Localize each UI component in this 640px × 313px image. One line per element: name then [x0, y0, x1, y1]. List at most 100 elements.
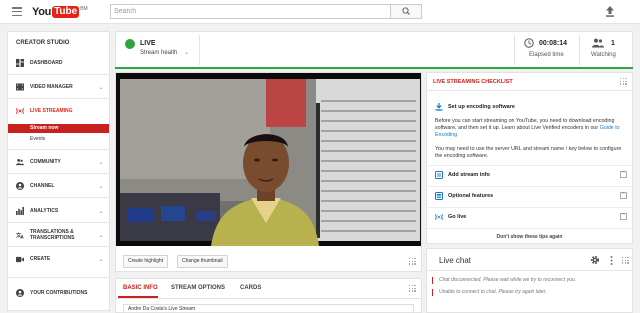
sidebar-item-translations[interactable]: 文A TRANSLATIONS & TRANSCRIPTIONS ⌄ — [8, 227, 109, 243]
encoding-instructions: Before you can start streaming on YouTub… — [435, 118, 625, 139]
tab-stream-options[interactable]: STREAM OPTIONS — [171, 285, 225, 291]
sidebar-item-live-streaming[interactable]: LIVE STREAMING — [8, 104, 109, 118]
dashboard-icon — [16, 59, 24, 67]
youtube-logo[interactable]: You Tube BM — [32, 5, 88, 19]
sidebar-subitem-stream-now[interactable]: Stream now — [8, 124, 109, 133]
chevron-down-icon[interactable]: ⌄ — [184, 49, 189, 56]
sidebar-item-label: ANALYTICS — [30, 208, 59, 214]
sidebar-divider — [8, 74, 109, 75]
sidebar: CREATOR STUDIO DASHBOARD VIDEO MANAGER ⌄… — [7, 31, 110, 311]
chevron-down-icon[interactable]: ⌄ — [98, 208, 104, 215]
sidebar-divider — [8, 277, 109, 278]
drag-handle-icon[interactable] — [409, 285, 416, 292]
analytics-icon — [16, 207, 24, 215]
sidebar-divider — [8, 222, 109, 223]
divider — [427, 228, 632, 229]
live-chat-title: Live chat — [439, 256, 472, 265]
live-chat-panel: Live chat Chat disconnected. Please wait… — [426, 248, 633, 313]
drag-handle-icon[interactable] — [409, 258, 416, 265]
sidebar-item-video-manager[interactable]: VIDEO MANAGER ⌄ — [8, 80, 109, 94]
checklist-row-label[interactable]: Go live — [448, 214, 466, 220]
watching-count: 1 — [611, 40, 615, 47]
top-bar: You Tube BM Search — [0, 0, 640, 24]
setup-encoding-label: Set up encoding software — [448, 104, 515, 110]
checklist-row-label[interactable]: Optional features — [448, 193, 493, 199]
sidebar-item-dashboard[interactable]: DASHBOARD — [8, 56, 109, 70]
search-input[interactable]: Search — [110, 4, 391, 19]
optional-features-icon — [435, 192, 443, 200]
creator-studio-title: CREATOR STUDIO — [16, 40, 70, 46]
sidebar-item-label: COMMUNITY — [30, 159, 61, 165]
upload-icon[interactable] — [605, 6, 615, 17]
sidebar-item-analytics[interactable]: ANALYTICS ⌄ — [8, 204, 109, 218]
chat-message: Unable to connect to chat. Please try ag… — [432, 289, 547, 296]
dont-show-tips-link[interactable]: Don't show these tips again — [427, 234, 632, 240]
chevron-down-icon[interactable]: ⌄ — [98, 183, 104, 190]
logo-tube: Tube — [52, 6, 80, 18]
sidebar-item-create[interactable]: CREATE ⌄ — [8, 252, 109, 266]
elapsed-time-value: 00:08:14 — [539, 40, 568, 47]
translations-icon: 文A — [16, 231, 24, 239]
create-highlight-button[interactable]: Create highlight — [123, 255, 169, 268]
divider — [427, 270, 632, 271]
chevron-down-icon[interactable]: ⌄ — [98, 84, 104, 91]
divider — [514, 35, 515, 65]
checklist-title: LIVE STREAMING CHECKLIST — [433, 79, 513, 85]
gear-icon[interactable] — [590, 255, 600, 265]
change-thumbnail-button[interactable]: Change thumbnail — [177, 255, 228, 268]
expand-icon[interactable]: ⌃ — [620, 213, 627, 220]
chevron-down-icon[interactable]: ⌄ — [98, 256, 104, 263]
divider — [116, 298, 421, 299]
expand-icon[interactable]: ⌃ — [620, 192, 627, 199]
tab-basic-info[interactable]: BASIC INFO — [123, 285, 158, 291]
sidebar-item-label: DASHBOARD — [30, 60, 63, 66]
clock-icon — [524, 38, 534, 48]
elapsed-time-label: Elapsed time — [529, 52, 564, 58]
sidebar-item-label: YOUR CONTRIBUTIONS — [30, 290, 88, 296]
logo-you: You — [32, 6, 52, 18]
tab-cards[interactable]: CARDS — [240, 285, 261, 291]
sidebar-item-channel[interactable]: CHANNEL ⌄ — [8, 179, 109, 193]
sidebar-item-community[interactable]: COMMUNITY ⌄ — [8, 155, 109, 169]
encoding-instructions-text: Before you can start streaming on YouTub… — [435, 118, 615, 131]
sidebar-item-label: TRANSLATIONS & TRANSCRIPTIONS — [30, 229, 75, 241]
sidebar-divider — [8, 173, 109, 174]
divider — [427, 207, 632, 208]
chat-message: Chat disconnected. Please wait while we … — [432, 277, 576, 284]
menu-icon[interactable] — [12, 7, 22, 17]
drag-handle-icon[interactable] — [620, 78, 627, 85]
search-button[interactable] — [391, 4, 422, 19]
svg-text:A: A — [20, 235, 24, 239]
divider — [199, 35, 200, 65]
video-preview-panel: Create highlight Change thumbnail — [115, 72, 422, 272]
sidebar-item-label: CREATE — [30, 256, 51, 262]
logo-region: BM — [80, 6, 88, 12]
server-url-instructions: You may need to use the server URL and s… — [435, 146, 622, 159]
drag-handle-icon[interactable] — [622, 257, 629, 264]
video-preview[interactable] — [116, 73, 421, 246]
checklist-row-label[interactable]: Add stream info — [448, 172, 490, 178]
stream-status-bar: LIVE Stream health ⌄ 00:08:14 Elapsed ti… — [115, 31, 633, 68]
expand-icon[interactable]: ⌃ — [620, 171, 627, 178]
stream-info-icon — [435, 171, 443, 179]
chevron-down-icon[interactable]: ⌄ — [98, 232, 104, 239]
video-manager-icon — [16, 83, 24, 91]
sidebar-item-your-contributions[interactable]: YOUR CONTRIBUTIONS — [8, 286, 109, 300]
live-status-label: LIVE — [140, 40, 156, 47]
contributions-icon — [16, 289, 24, 297]
stream-title-input[interactable]: Andre Da Costa's Live Stream — [123, 304, 414, 313]
community-icon — [16, 158, 24, 166]
divider — [427, 165, 632, 166]
channel-icon — [16, 182, 24, 190]
people-icon — [592, 38, 604, 48]
live-status-dot — [125, 39, 135, 49]
stream-health-bar — [115, 67, 633, 69]
sidebar-subitem-events[interactable]: Events — [8, 135, 109, 144]
create-icon — [16, 255, 24, 263]
sidebar-divider — [8, 197, 109, 198]
chevron-down-icon[interactable]: ⌄ — [98, 159, 104, 166]
webcam-frame-image — [116, 73, 421, 246]
more-options-icon[interactable] — [610, 256, 613, 265]
stream-health-label[interactable]: Stream health — [140, 50, 177, 56]
sidebar-item-label: LIVE STREAMING — [30, 108, 73, 114]
